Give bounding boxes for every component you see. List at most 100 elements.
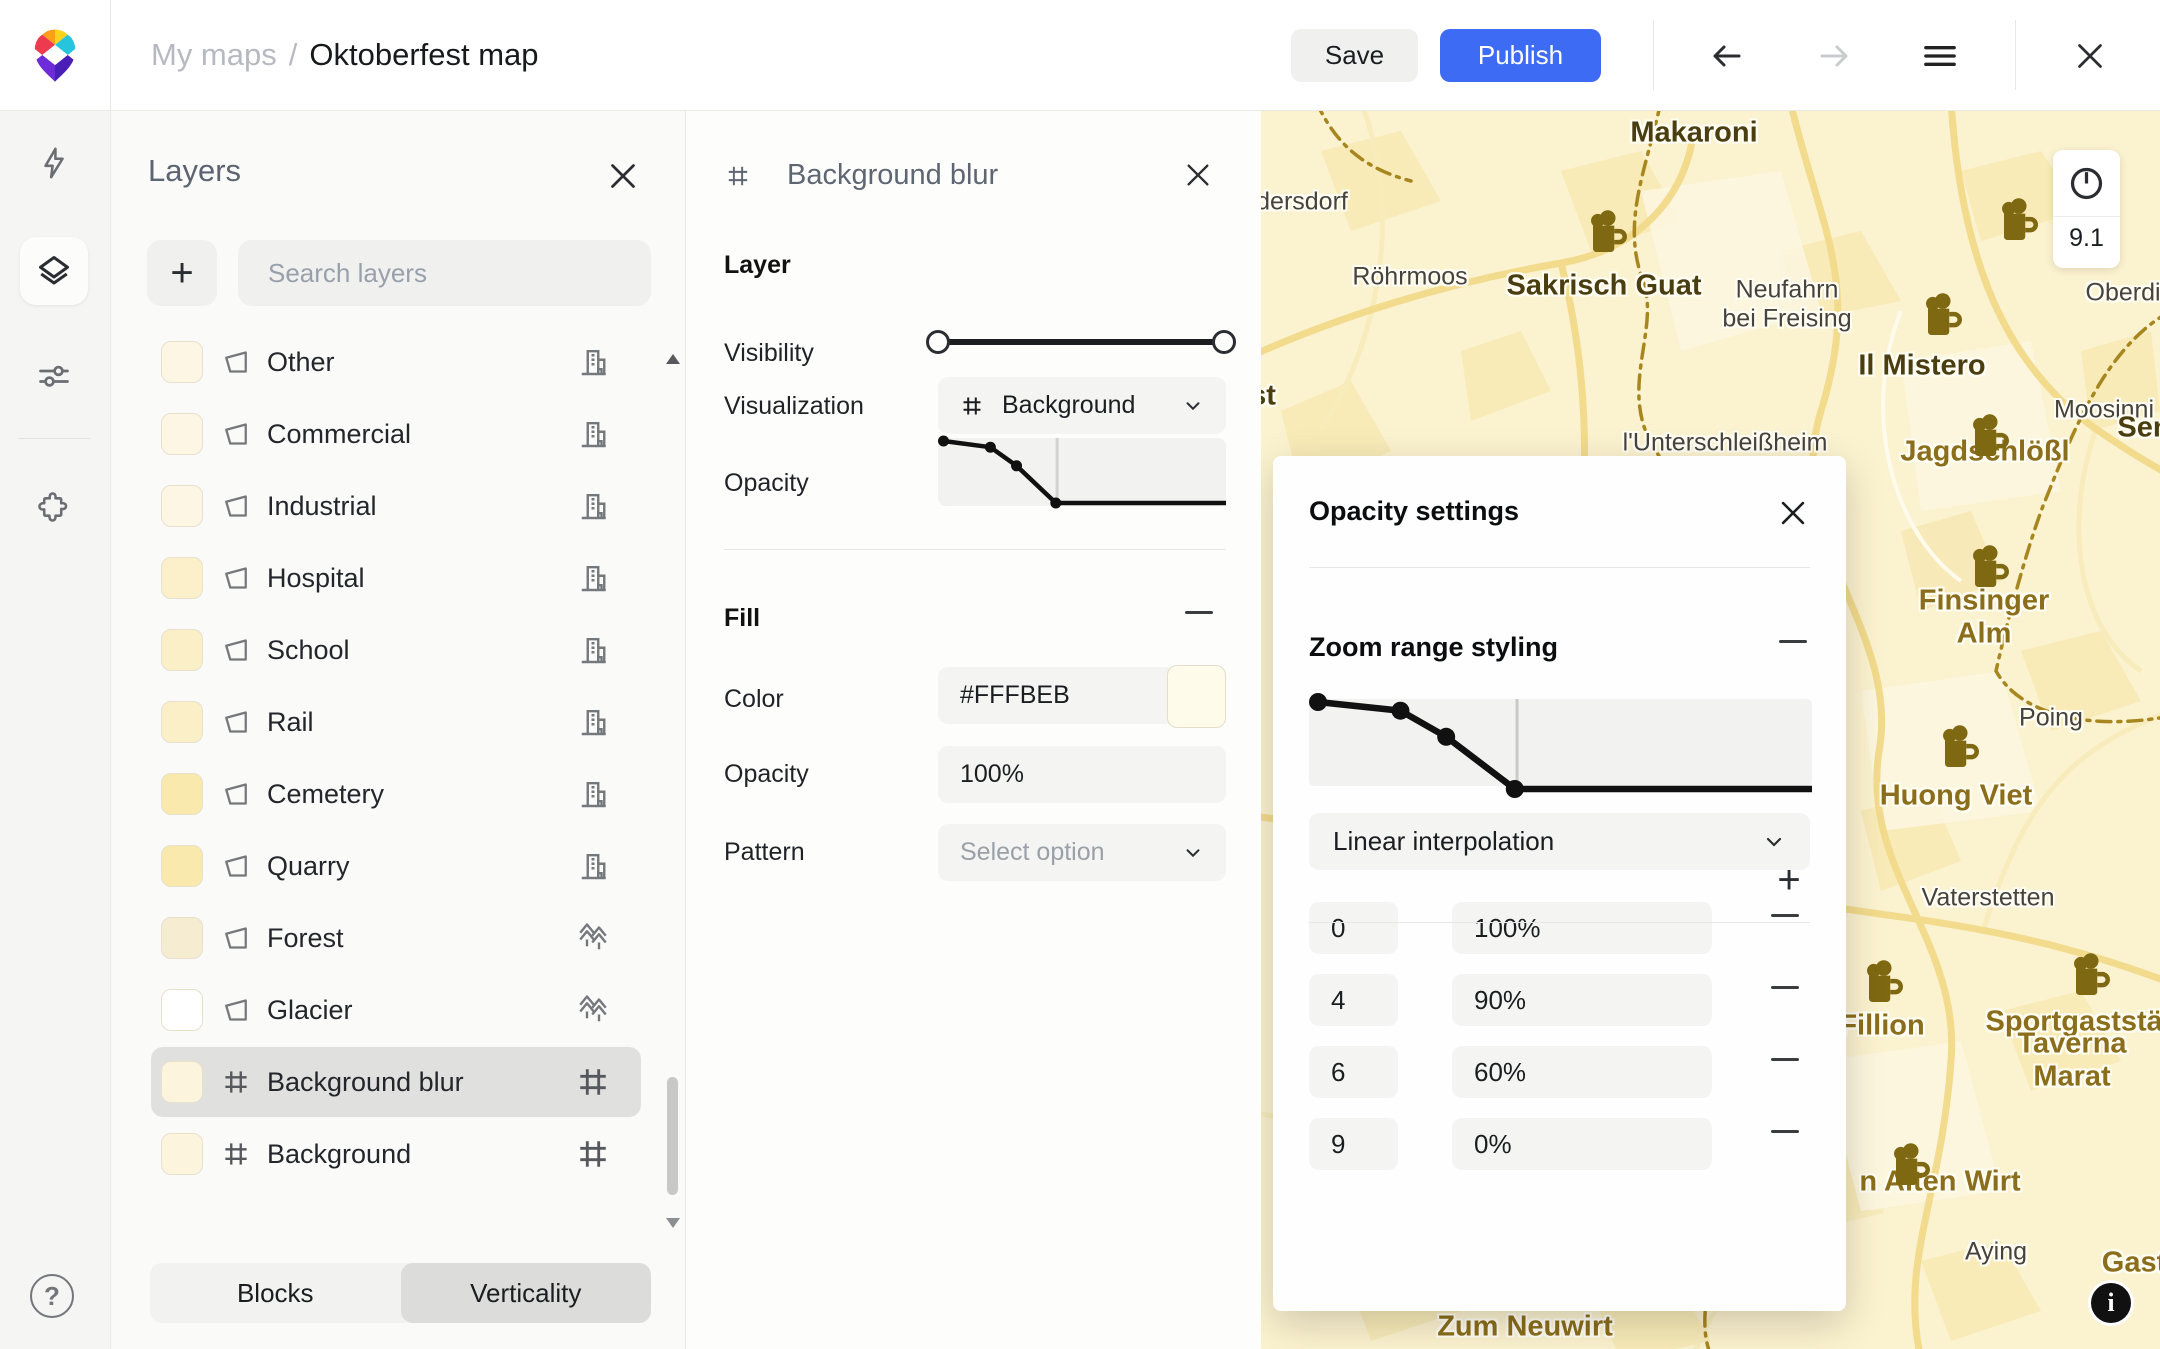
buildings-icon[interactable]: [575, 848, 611, 884]
layer-row-background-blur[interactable]: Background blur: [151, 1047, 641, 1117]
stop-opacity-input[interactable]: 60%: [1452, 1046, 1712, 1098]
slider-handle-min[interactable]: [926, 330, 950, 354]
layer-color-swatch[interactable]: [161, 413, 203, 455]
trees-icon[interactable]: [575, 992, 611, 1028]
curve-point-zoom-0[interactable]: [1309, 693, 1327, 711]
scrollbar-thumb[interactable]: [667, 1077, 678, 1195]
menu-button[interactable]: [1917, 33, 1963, 79]
curve-point-zoom-6[interactable]: [1011, 460, 1022, 471]
interpolation-select[interactable]: Linear interpolation: [1309, 813, 1810, 870]
layer-color-swatch[interactable]: [161, 485, 203, 527]
grid-icon[interactable]: [575, 1136, 611, 1172]
curve-point-zoom-4[interactable]: [985, 442, 996, 453]
scroll-down-arrow[interactable]: [664, 1215, 682, 1231]
curve-point-zoom-9[interactable]: [1506, 780, 1524, 798]
layer-row-industrial[interactable]: Industrial: [151, 471, 641, 541]
stop-zoom-input[interactable]: 4: [1309, 974, 1398, 1026]
stop-zoom-input[interactable]: 9: [1309, 1118, 1398, 1170]
layer-row-background[interactable]: Background: [151, 1119, 641, 1189]
sidebar-item-plugins[interactable]: [20, 473, 88, 541]
info-button[interactable]: i: [2088, 1280, 2134, 1326]
layer-color-swatch[interactable]: [161, 773, 203, 815]
layer-color-swatch[interactable]: [161, 845, 203, 887]
curve-point-zoom-9[interactable]: [1050, 498, 1061, 509]
publish-button[interactable]: Publish: [1440, 29, 1601, 82]
add-layer-button[interactable]: +: [147, 240, 217, 306]
detail-panel-close-button[interactable]: [1182, 159, 1214, 191]
beer-marker[interactable]: [1991, 193, 2043, 245]
zoom-range-curve[interactable]: [1309, 697, 1812, 793]
remove-stop-button[interactable]: [1771, 914, 1799, 917]
beer-marker[interactable]: [1883, 1138, 1935, 1190]
slider-handle-max[interactable]: [1212, 330, 1236, 354]
layer-color-swatch[interactable]: [161, 629, 203, 671]
buildings-icon[interactable]: [575, 416, 611, 452]
grid-icon[interactable]: [575, 1064, 611, 1100]
undo-back-button[interactable]: [1704, 33, 1750, 79]
help-button[interactable]: ?: [30, 1274, 74, 1318]
curve-point-zoom-6[interactable]: [1437, 728, 1455, 746]
layer-row-cemetery[interactable]: Cemetery: [151, 759, 641, 829]
sidebar-item-settings[interactable]: [20, 343, 88, 411]
beer-marker[interactable]: [1856, 955, 1908, 1007]
search-layers-input[interactable]: [238, 240, 651, 306]
remove-stop-button[interactable]: [1771, 986, 1799, 989]
buildings-icon[interactable]: [575, 560, 611, 596]
trees-icon[interactable]: [575, 920, 611, 956]
sidebar-item-layers[interactable]: [20, 237, 88, 305]
scroll-up-arrow[interactable]: [664, 351, 682, 367]
layer-color-swatch[interactable]: [161, 341, 203, 383]
stop-zoom-input[interactable]: 0: [1309, 902, 1398, 954]
layer-row-rail[interactable]: Rail: [151, 687, 641, 757]
layer-color-swatch[interactable]: [161, 917, 203, 959]
layer-row-school[interactable]: School: [151, 615, 641, 685]
layer-row-other[interactable]: Other: [151, 327, 641, 397]
remove-stop-button[interactable]: [1771, 1058, 1799, 1061]
stop-zoom-input[interactable]: 6: [1309, 1046, 1398, 1098]
stop-opacity-input[interactable]: 90%: [1452, 974, 1712, 1026]
opacity-curve-preview[interactable]: [938, 436, 1226, 508]
beer-marker[interactable]: [2063, 948, 2115, 1000]
layer-row-forest[interactable]: Forest: [151, 903, 641, 973]
add-stop-button[interactable]: +: [1769, 860, 1809, 900]
redo-forward-button[interactable]: [1811, 33, 1857, 79]
zoom-range-collapse-button[interactable]: [1779, 640, 1807, 643]
buildings-icon[interactable]: [575, 344, 611, 380]
buildings-icon[interactable]: [575, 776, 611, 812]
beer-marker[interactable]: [1580, 205, 1632, 257]
sidebar-item-actions[interactable]: [20, 129, 88, 197]
buildings-icon[interactable]: [575, 488, 611, 524]
layer-row-commercial[interactable]: Commercial: [151, 399, 641, 469]
fill-color-swatch[interactable]: [1167, 665, 1226, 728]
layer-color-swatch[interactable]: [161, 1061, 203, 1103]
layers-panel-close-button[interactable]: [605, 158, 641, 194]
close-window-button[interactable]: [2067, 33, 2113, 79]
fill-opacity-input[interactable]: 100%: [938, 746, 1226, 803]
map-canvas[interactable]: MakaronidersdorfRöhrmoosSakrisch GuatNeu…: [1261, 111, 2160, 1349]
beer-marker[interactable]: [1962, 540, 2014, 592]
beer-marker[interactable]: [1962, 409, 2014, 461]
save-button[interactable]: Save: [1291, 29, 1418, 82]
layer-color-swatch[interactable]: [161, 989, 203, 1031]
breadcrumb-parent[interactable]: My maps: [151, 37, 277, 73]
visibility-range-slider[interactable]: [926, 330, 1236, 354]
fill-pattern-select[interactable]: Select option: [938, 824, 1226, 881]
zoom-indicator-control[interactable]: 9.1: [2053, 150, 2120, 268]
buildings-icon[interactable]: [575, 632, 611, 668]
layer-color-swatch[interactable]: [161, 701, 203, 743]
app-logo-icon[interactable]: [32, 27, 78, 83]
visualization-dropdown[interactable]: Background: [938, 377, 1226, 434]
modal-close-button[interactable]: [1776, 496, 1810, 530]
tab-verticality[interactable]: Verticality: [401, 1263, 652, 1323]
fill-collapse-button[interactable]: [1185, 611, 1213, 614]
beer-marker[interactable]: [1932, 720, 1984, 772]
curve-point-zoom-0[interactable]: [938, 436, 949, 447]
stop-opacity-input[interactable]: 100%: [1452, 902, 1712, 954]
remove-stop-button[interactable]: [1771, 1130, 1799, 1133]
layer-row-glacier[interactable]: Glacier: [151, 975, 641, 1045]
layer-color-swatch[interactable]: [161, 557, 203, 599]
layer-row-quarry[interactable]: Quarry: [151, 831, 641, 901]
layer-row-hospital[interactable]: Hospital: [151, 543, 641, 613]
beer-marker[interactable]: [1915, 288, 1967, 340]
curve-point-zoom-4[interactable]: [1391, 702, 1409, 720]
